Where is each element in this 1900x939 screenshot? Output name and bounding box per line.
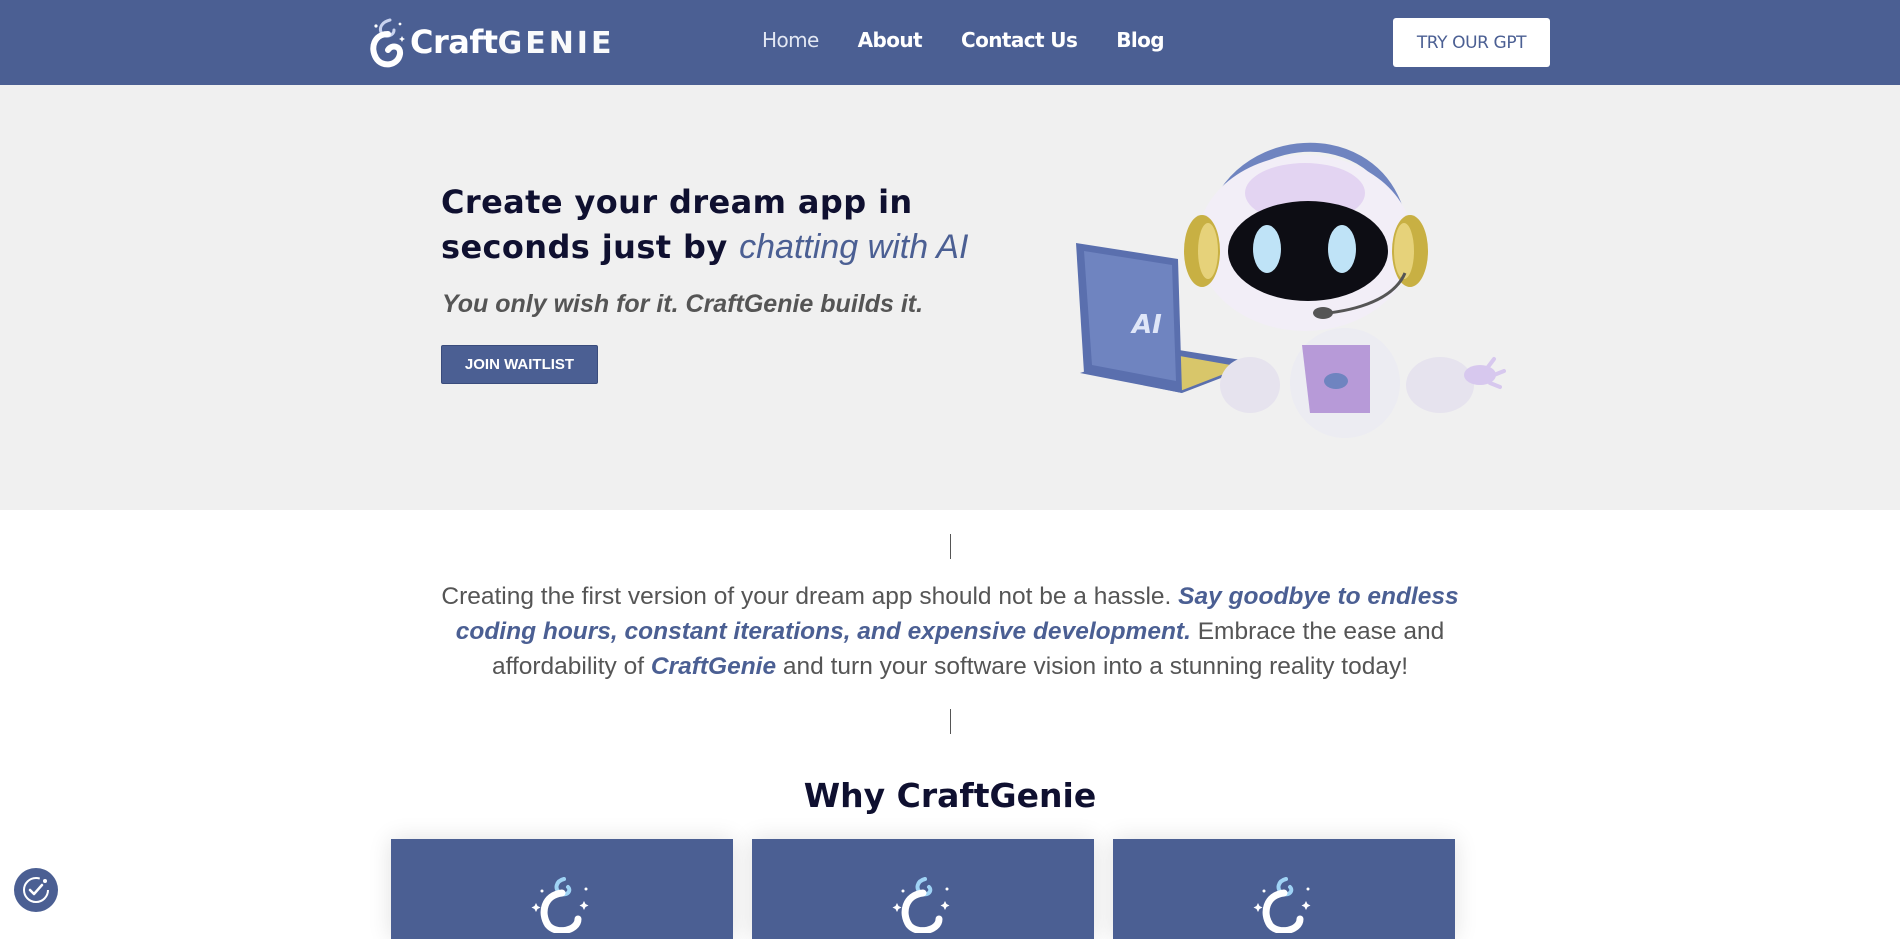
nav-home[interactable]: Home <box>762 28 819 52</box>
feature-card-3 <box>1113 839 1455 939</box>
accessibility-check-icon <box>23 877 49 903</box>
intro-emphasis-2: CraftGenie <box>650 653 777 680</box>
intro-text-1: Creating the first version of your dream… <box>441 583 1179 610</box>
laptop-ai-label: AI <box>1130 310 1162 340</box>
genie-swirl-icon <box>531 877 589 933</box>
hero-title-accent: chatting with AI <box>739 228 969 266</box>
why-section-title: Why CraftGenie <box>803 776 1097 815</box>
brand-logo[interactable]: CraftGenie <box>368 16 614 68</box>
divider-top <box>950 534 951 559</box>
brand-name-part1: Craft <box>410 23 498 61</box>
join-waitlist-button[interactable]: JOIN WAITLIST <box>441 345 598 384</box>
hero-subtitle: You only wish for it. CraftGenie builds … <box>442 290 924 318</box>
intro-text-3: and turn your software vision into a stu… <box>776 653 1409 680</box>
accessibility-button[interactable] <box>14 868 58 912</box>
feature-card-1 <box>391 839 733 939</box>
feature-card-2 <box>752 839 1094 939</box>
genie-lamp-logo-icon <box>370 18 405 68</box>
robot-laptop-illustration: AI <box>1076 142 1506 438</box>
intro-paragraph: Creating the first version of your dream… <box>410 579 1490 684</box>
brand-name: CraftGenie <box>410 23 614 61</box>
divider-bottom <box>950 709 951 734</box>
genie-swirl-icon <box>892 877 950 933</box>
hero-title: Create your dream app in seconds just by… <box>441 180 1061 270</box>
nav-contact-us[interactable]: Contact Us <box>961 28 1078 52</box>
nav-blog[interactable]: Blog <box>1116 28 1164 52</box>
hero-section: Create your dream app in seconds just by… <box>0 85 1900 510</box>
brand-name-part2: Genie <box>497 26 615 61</box>
genie-swirl-icon <box>1253 877 1311 933</box>
nav-about[interactable]: About <box>858 28 923 52</box>
navbar: CraftGenie Home About Contact Us Blog TR… <box>0 0 1900 85</box>
main-nav: Home About Contact Us Blog <box>762 28 1203 52</box>
try-our-gpt-button[interactable]: TRY OUR GPT <box>1393 18 1550 67</box>
